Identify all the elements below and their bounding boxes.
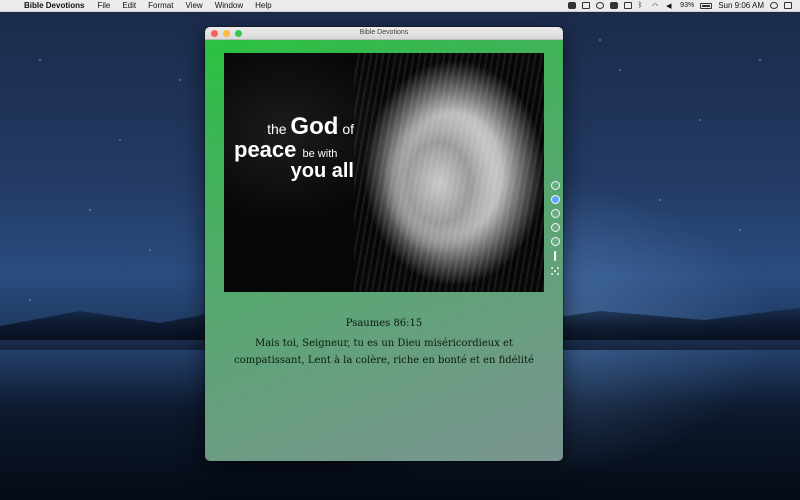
cloud-icon[interactable]: [550, 181, 560, 190]
overlay-line-2-post: be with: [302, 148, 338, 160]
volume-icon[interactable]: ◀: [666, 2, 674, 10]
wifi-icon[interactable]: ◠: [652, 2, 660, 10]
verse-reference: Psaumes 86:15: [345, 318, 423, 329]
menu-clock[interactable]: Sun 9:06 AM: [718, 1, 764, 10]
window-titlebar[interactable]: Bible Devotions: [205, 27, 563, 40]
plus-circle-icon[interactable]: [550, 237, 560, 246]
image-verse-overlay: the God of peace be with you all: [234, 115, 354, 182]
bluetooth-icon[interactable]: ᛒ: [638, 2, 646, 9]
notification-center-icon[interactable]: [784, 2, 792, 9]
devotion-image: the God of peace be with you all: [224, 53, 544, 292]
app-menu[interactable]: Bible Devotions: [20, 1, 91, 10]
menu-edit[interactable]: Edit: [116, 1, 142, 10]
menu-format[interactable]: Format: [142, 1, 179, 10]
spotlight-search-icon[interactable]: [770, 2, 778, 9]
overlay-line-2-bold: peace: [234, 137, 297, 162]
overlay-line-1: the God of: [234, 115, 354, 139]
overlay-line-1-bold: God: [290, 113, 339, 140]
pin-icon[interactable]: [554, 251, 556, 261]
side-toolbar: [549, 181, 561, 276]
overlay-line-3: you all: [290, 160, 354, 182]
overlay-line-1-post: of: [342, 121, 354, 137]
airplay-icon[interactable]: [624, 2, 633, 9]
window-title: Bible Devotions: [359, 29, 409, 36]
overlay-line-1-pre: the: [267, 121, 287, 137]
app-window: Bible Devotions the God of peace be with…: [205, 27, 563, 461]
radio-icon[interactable]: [550, 195, 560, 204]
overlay-line-2: peace be with: [234, 139, 354, 161]
sync-status-icon[interactable]: [596, 2, 605, 9]
menu-view[interactable]: View: [179, 1, 208, 10]
chat-icon[interactable]: [550, 209, 560, 218]
menu-window[interactable]: Window: [209, 1, 249, 10]
battery-percent: 93%: [680, 2, 695, 9]
shield-status-icon[interactable]: [582, 2, 591, 9]
menu-file[interactable]: File: [91, 1, 116, 10]
gmail-status-icon[interactable]: [610, 2, 619, 9]
upload-status-icon[interactable]: [568, 2, 577, 9]
verse-text: Mais toi, Seigneur, tu es un Dieu miséri…: [234, 338, 534, 366]
hair-texture: [354, 53, 544, 292]
battery-icon[interactable]: [700, 2, 713, 9]
menu-help[interactable]: Help: [249, 1, 277, 10]
menu-bar: Bible Devotions File Edit Format View Wi…: [0, 0, 800, 12]
status-menus: ᛒ ◠ ◀ 93% Sun 9:06 AM: [568, 1, 800, 10]
sparkle-icon[interactable]: [550, 266, 560, 276]
info-icon[interactable]: [550, 223, 560, 232]
